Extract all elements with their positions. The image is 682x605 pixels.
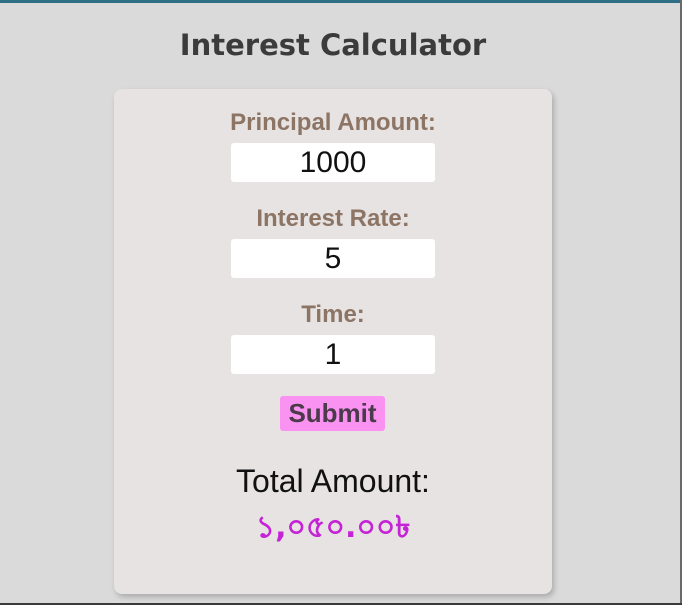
time-input[interactable] [231,335,435,374]
principal-label: Principal Amount: [230,109,436,136]
calculator-card: Principal Amount: Interest Rate: Time: S… [114,89,552,594]
total-amount-value: ১,০৫০.০০৳ [255,510,411,545]
time-label: Time: [301,301,365,328]
principal-input[interactable] [231,143,435,182]
interest-rate-label: Interest Rate: [256,205,410,232]
interest-rate-input[interactable] [231,239,435,278]
total-amount-label: Total Amount: [236,463,430,499]
submit-button[interactable]: Submit [280,396,385,431]
window-top-border [0,0,682,3]
page-title: Interest Calculator [179,28,487,62]
